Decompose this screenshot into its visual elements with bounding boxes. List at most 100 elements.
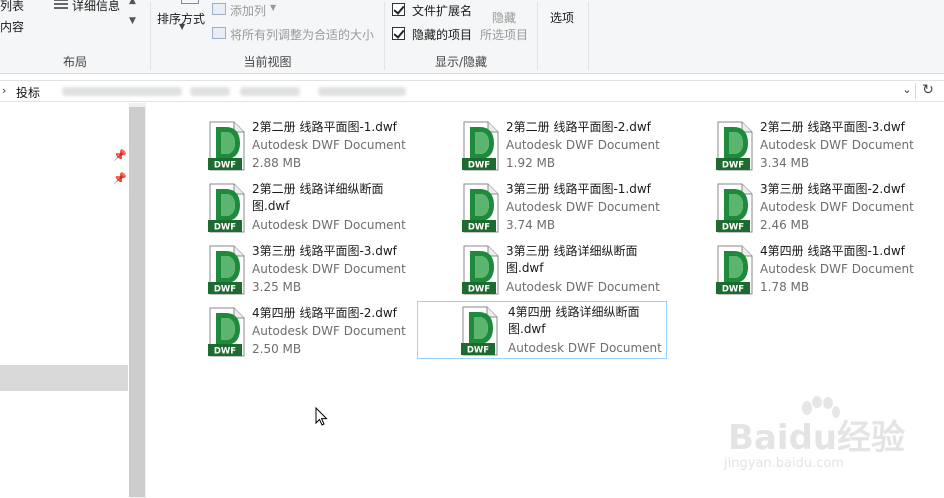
file-type: Autodesk DWF Document <box>506 138 660 152</box>
nav-scrollbar-thumb[interactable] <box>129 107 145 497</box>
file-type: Autodesk DWF Document <box>252 218 406 232</box>
ribbon: 列表 详细信息 内容 ▲ ▼ 布局 排序方式 ▼ 添加列 ▼ 将所有列调整为合适… <box>0 0 944 74</box>
file-type: Autodesk DWF Document <box>508 341 662 355</box>
mouse-cursor-icon <box>315 407 328 426</box>
file-size: 2.88 MB <box>252 156 302 170</box>
layout-list-option[interactable]: 列表 <box>0 0 24 14</box>
dwf-file-icon <box>715 121 753 171</box>
dwf-file-icon <box>207 307 245 357</box>
file-item[interactable]: 3第三册 线路平面图-2.dwf Autodesk DWF Document 2… <box>708 179 944 237</box>
watermark-logo-text: Baidu经验 <box>728 418 906 458</box>
dwf-file-icon <box>461 183 499 233</box>
file-size: 1.78 MB <box>760 280 810 294</box>
pin-icon[interactable]: 📌 <box>113 149 127 162</box>
show-hide-group: 文件扩展名 隐藏的项目 ⋯ 隐藏 所选项目 显示/隐藏 <box>385 0 537 74</box>
dwf-file-icon <box>715 183 753 233</box>
file-size: 3.74 MB <box>506 218 556 232</box>
file-item[interactable]: 2第二册 线路平面图-3.dwf Autodesk DWF Document 3… <box>708 117 944 175</box>
address-segment[interactable]: 投标 <box>16 84 40 101</box>
file-name: 4第四册 线路平面图-1.dwf <box>760 244 905 258</box>
file-size: 1.92 MB <box>506 156 556 170</box>
dwf-file-icon <box>207 245 245 295</box>
add-column-dropdown-icon[interactable]: ▼ <box>270 3 276 12</box>
dwf-file-icon <box>207 183 245 233</box>
refresh-icon[interactable]: ↻ <box>920 82 936 98</box>
details-icon <box>54 0 68 9</box>
file-item[interactable]: 2第二册 线路详细纵断面图.dwf Autodesk DWF Document <box>200 179 450 237</box>
address-dropdown-icon[interactable]: ⌄ <box>900 83 914 96</box>
address-blurred-path <box>240 87 300 96</box>
address-divider <box>915 83 916 99</box>
options-button[interactable]: 选项 <box>550 9 574 26</box>
ribbon-divider <box>588 2 589 70</box>
file-size: 2.50 MB <box>252 342 302 356</box>
layout-content-option[interactable]: 内容 <box>0 18 24 35</box>
file-item[interactable]: 4第四册 线路平面图-2.dwf Autodesk DWF Document 2… <box>200 303 450 361</box>
file-item[interactable]: 3第三册 线路平面图-1.dwf Autodesk DWF Document 3… <box>454 179 704 237</box>
file-name: 4第四册 线路详细纵断面图.dwf <box>508 305 640 336</box>
address-chevron-icon[interactable]: › <box>2 84 6 97</box>
address-blurred-path <box>62 87 182 96</box>
current-view-group: 排序方式 ▼ 添加列 ▼ 将所有列调整为合适的大小 当前视图 <box>151 0 384 74</box>
dwf-file-icon <box>460 306 498 356</box>
layout-expand-icon[interactable]: ▼ <box>129 16 136 26</box>
hidden-items-label[interactable]: 隐藏的项目 <box>412 26 472 43</box>
pin-icon[interactable]: 📌 <box>113 172 127 185</box>
layout-group: 列表 详细信息 内容 ▲ ▼ 布局 <box>0 0 150 74</box>
hide-selected-button[interactable]: 所选项目 <box>480 26 528 43</box>
layout-scroll-up-icon[interactable]: ▲ <box>129 0 136 6</box>
file-type: Autodesk DWF Document <box>252 138 406 152</box>
baidu-watermark: Baidu经验 jingyan.baidu.com <box>722 396 932 496</box>
show-hide-group-label: 显示/隐藏 <box>434 55 488 69</box>
file-name: 3第三册 线路平面图-2.dwf <box>760 182 905 196</box>
add-column-icon <box>212 3 226 15</box>
file-item[interactable]: 2第二册 线路平面图-2.dwf Autodesk DWF Document 1… <box>454 117 704 175</box>
add-column-button[interactable]: 添加列 <box>230 2 266 19</box>
file-name: 2第二册 线路平面图-1.dwf <box>252 120 397 134</box>
nav-selected-item[interactable] <box>0 365 128 391</box>
hidden-items-checkbox[interactable] <box>392 27 405 40</box>
file-type: Autodesk DWF Document <box>506 200 660 214</box>
file-item[interactable]: 3第三册 线路平面图-3.dwf Autodesk DWF Document 3… <box>200 241 450 299</box>
file-name: 2第二册 线路平面图-3.dwf <box>760 120 905 134</box>
navigation-pane: 📌 📌 <box>0 103 146 498</box>
address-blurred-path <box>318 87 406 96</box>
file-type: Autodesk DWF Document <box>760 200 914 214</box>
file-name: 3第三册 线路平面图-1.dwf <box>506 182 651 196</box>
file-size: 3.25 MB <box>252 280 302 294</box>
file-item[interactable]: 3第三册 线路详细纵断面图.dwf Autodesk DWF Document <box>454 241 704 299</box>
address-blurred-path <box>190 87 230 96</box>
file-type: Autodesk DWF Document <box>760 138 914 152</box>
address-bar[interactable]: › 投标 ⌄ ↻ <box>0 80 944 102</box>
fit-columns-button[interactable]: 将所有列调整为合适的大小 <box>230 26 374 43</box>
dwf-file-icon <box>715 245 753 295</box>
file-extensions-checkbox[interactable] <box>392 3 405 16</box>
watermark-url: jingyan.baidu.com <box>724 456 844 471</box>
fit-columns-icon <box>212 27 226 39</box>
layout-group-label: 布局 <box>62 55 87 69</box>
file-type: Autodesk DWF Document <box>252 262 406 276</box>
file-type: Autodesk DWF Document <box>252 324 406 338</box>
file-name: 2第二册 线路平面图-2.dwf <box>506 120 651 134</box>
file-item-selected[interactable]: 4第四册 线路详细纵断面图.dwf Autodesk DWF Document <box>417 301 667 359</box>
file-type: Autodesk DWF Document <box>760 262 914 276</box>
file-type: Autodesk DWF Document <box>506 280 660 294</box>
hide-selected-icon: ⋯ <box>493 0 501 3</box>
ribbon-divider <box>537 2 538 70</box>
file-item[interactable]: 2第二册 线路平面图-1.dwf Autodesk DWF Document 2… <box>200 117 450 175</box>
sort-icon <box>181 0 199 4</box>
dwf-file-icon <box>207 121 245 171</box>
file-size: 2.46 MB <box>760 218 810 232</box>
layout-details-option[interactable]: 详细信息 <box>72 0 120 14</box>
dwf-file-icon <box>461 121 499 171</box>
hide-button[interactable]: 隐藏 <box>492 9 516 26</box>
file-name: 3第三册 线路平面图-3.dwf <box>252 244 397 258</box>
file-extensions-label[interactable]: 文件扩展名 <box>412 2 472 19</box>
current-view-group-label: 当前视图 <box>243 55 292 69</box>
dwf-file-icon <box>461 245 499 295</box>
file-name: 2第二册 线路详细纵断面图.dwf <box>252 182 384 213</box>
file-item[interactable]: 4第四册 线路平面图-1.dwf Autodesk DWF Document 1… <box>708 241 944 299</box>
sort-dropdown-icon[interactable]: ▼ <box>179 22 185 31</box>
file-size: 3.34 MB <box>760 156 810 170</box>
file-name: 3第三册 线路详细纵断面图.dwf <box>506 244 638 275</box>
